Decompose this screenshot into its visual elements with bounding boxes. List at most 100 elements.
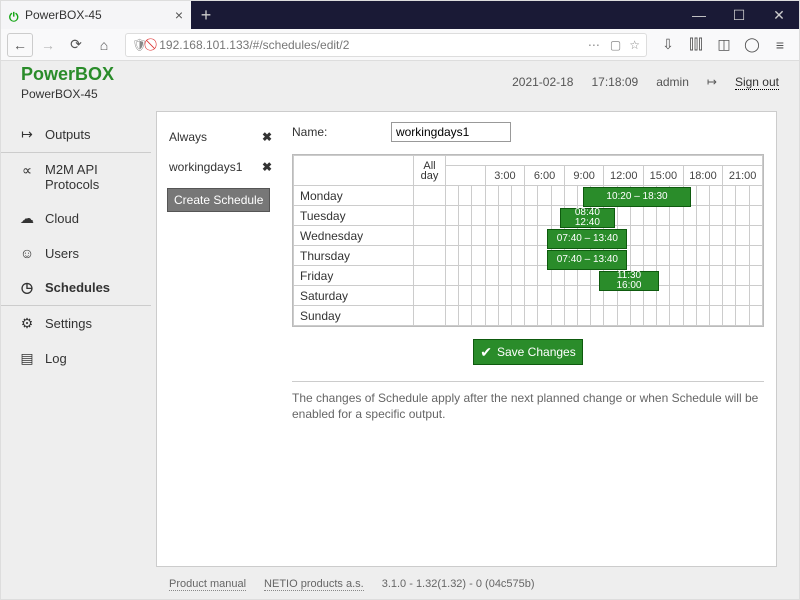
grid-cell[interactable] — [749, 206, 762, 226]
grid-cell[interactable] — [446, 306, 459, 326]
grid-cell[interactable] — [670, 266, 683, 286]
grid-cell[interactable] — [696, 306, 709, 326]
allday-cell[interactable] — [414, 186, 446, 206]
grid-cell[interactable] — [630, 306, 643, 326]
grid-cell[interactable] — [459, 226, 472, 246]
grid-cell[interactable] — [710, 266, 723, 286]
nav-item-schedules[interactable]: ◷ Schedules — [1, 270, 151, 306]
account-icon[interactable]: ◯ — [739, 33, 765, 57]
grid-cell[interactable] — [485, 226, 498, 246]
grid-cell[interactable] — [538, 206, 551, 226]
grid-cell[interactable] — [459, 306, 472, 326]
grid-cell[interactable] — [538, 286, 551, 306]
delete-icon[interactable]: ✖ — [262, 130, 272, 144]
nav-item-cloud[interactable]: ☁ Cloud — [1, 201, 151, 236]
bookmark-star-icon[interactable]: ☆ — [629, 38, 640, 52]
schedule-name-input[interactable] — [391, 122, 511, 142]
schedule-slot[interactable]: 10:20 – 18:30 — [583, 187, 692, 207]
home-button[interactable]: ⌂ — [91, 33, 117, 57]
grid-cell[interactable] — [525, 226, 538, 246]
close-tab-icon[interactable]: × — [175, 7, 183, 23]
grid-cell[interactable] — [723, 266, 736, 286]
grid-cell[interactable] — [485, 286, 498, 306]
grid-cell[interactable] — [736, 246, 749, 266]
reload-button[interactable]: ⟳ — [63, 33, 89, 57]
grid-cell[interactable] — [657, 226, 670, 246]
grid-cell[interactable] — [512, 226, 525, 246]
grid-cell[interactable] — [617, 206, 630, 226]
schedule-slot[interactable]: 08:40 12:40 — [560, 208, 614, 228]
grid-cell[interactable] — [512, 286, 525, 306]
grid-cell[interactable] — [525, 246, 538, 266]
grid-cell[interactable] — [498, 246, 511, 266]
grid-cell[interactable] — [472, 306, 485, 326]
grid-cell[interactable] — [459, 246, 472, 266]
grid-cell[interactable] — [710, 306, 723, 326]
grid-cell[interactable] — [696, 286, 709, 306]
nav-item-m2m[interactable]: ∝ M2M API Protocols — [1, 153, 151, 201]
grid-cell[interactable] — [472, 226, 485, 246]
grid-cell[interactable] — [749, 266, 762, 286]
grid-cell[interactable] — [578, 306, 591, 326]
grid-cell[interactable] — [538, 186, 551, 206]
grid-cell[interactable] — [498, 266, 511, 286]
grid-cell[interactable] — [644, 306, 657, 326]
grid-cell[interactable] — [525, 286, 538, 306]
menu-icon[interactable]: ≡ — [767, 33, 793, 57]
grid-cell[interactable] — [498, 286, 511, 306]
grid-cell[interactable] — [446, 266, 459, 286]
grid-cell[interactable] — [512, 206, 525, 226]
window-close-icon[interactable]: ✕ — [759, 1, 799, 29]
schedule-slot[interactable]: 07:40 – 13:40 — [547, 229, 627, 249]
grid-cell[interactable] — [644, 246, 657, 266]
grid-cell[interactable] — [472, 266, 485, 286]
grid-cell[interactable] — [512, 186, 525, 206]
grid-cell[interactable] — [564, 286, 577, 306]
save-button[interactable]: ✔ Save Changes — [473, 339, 583, 365]
grid-cell[interactable] — [512, 246, 525, 266]
grid-cell[interactable] — [710, 226, 723, 246]
grid-cell[interactable] — [485, 186, 498, 206]
grid-cell[interactable] — [525, 306, 538, 326]
grid-cell[interactable] — [710, 206, 723, 226]
window-maximize-icon[interactable]: ☐ — [719, 1, 759, 29]
grid-cell[interactable] — [723, 246, 736, 266]
grid-cell[interactable] — [696, 186, 709, 206]
grid-cell[interactable] — [696, 206, 709, 226]
grid-cell[interactable] — [670, 306, 683, 326]
grid-cell[interactable] — [736, 226, 749, 246]
grid-cell[interactable] — [670, 246, 683, 266]
grid-cell[interactable] — [696, 266, 709, 286]
create-schedule-button[interactable]: Create Schedule — [167, 188, 270, 212]
nav-item-users[interactable]: ☺ Users — [1, 236, 151, 270]
grid-cell[interactable] — [723, 286, 736, 306]
grid-cell[interactable] — [749, 286, 762, 306]
schedule-slot[interactable]: 07:40 – 13:40 — [547, 250, 627, 270]
week-grid[interactable]: All day 3:006:009:0012:0015:0018:0021:00… — [292, 154, 764, 327]
allday-cell[interactable] — [414, 266, 446, 286]
grid-cell[interactable] — [723, 186, 736, 206]
grid-cell[interactable] — [644, 226, 657, 246]
grid-cell[interactable] — [446, 226, 459, 246]
grid-cell[interactable] — [512, 306, 525, 326]
grid-cell[interactable] — [644, 206, 657, 226]
browser-tab[interactable]: ⏻ PowerBOX-45 × — [1, 1, 191, 29]
grid-cell[interactable] — [710, 286, 723, 306]
grid-cell[interactable] — [551, 186, 564, 206]
nav-item-outputs[interactable]: ↦ Outputs — [1, 117, 151, 153]
grid-cell[interactable] — [683, 206, 696, 226]
grid-cell[interactable] — [472, 186, 485, 206]
library-icon[interactable]: ⫿⫿⫿ — [683, 33, 709, 57]
grid-cell[interactable] — [736, 186, 749, 206]
schedule-item-workingdays[interactable]: workingdays1 ✖ — [157, 152, 282, 182]
allday-cell[interactable] — [414, 246, 446, 266]
grid-cell[interactable] — [551, 306, 564, 326]
grid-cell[interactable] — [630, 246, 643, 266]
grid-cell[interactable] — [564, 186, 577, 206]
grid-cell[interactable] — [459, 266, 472, 286]
grid-cell[interactable] — [578, 286, 591, 306]
grid-cell[interactable] — [485, 206, 498, 226]
delete-icon[interactable]: ✖ — [262, 160, 272, 174]
grid-cell[interactable] — [472, 246, 485, 266]
grid-cell[interactable] — [736, 206, 749, 226]
